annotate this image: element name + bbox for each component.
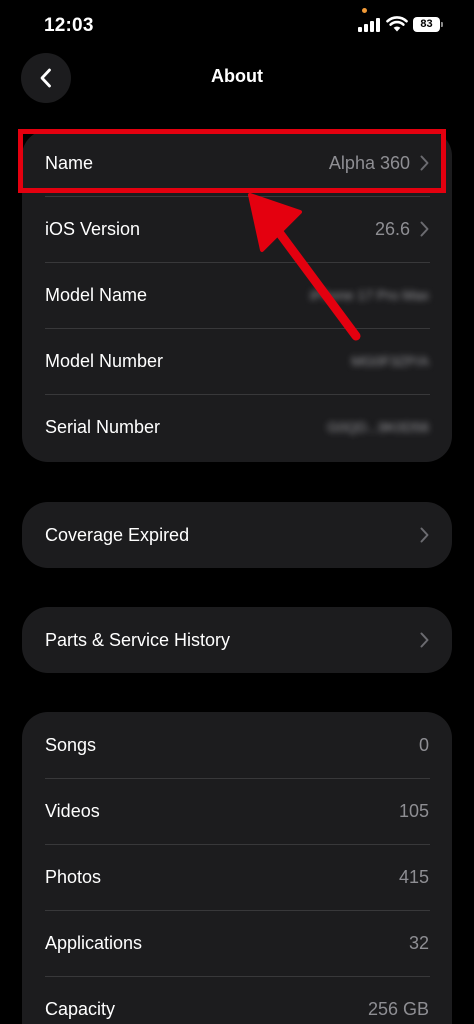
photos-count: 415: [398, 866, 429, 887]
chevron-right-icon: [420, 221, 429, 237]
row-label: Songs: [45, 734, 97, 755]
coverage-row[interactable]: Coverage Expired: [22, 502, 452, 568]
row-label: Serial Number: [45, 416, 161, 437]
battery-icon: 83: [413, 17, 440, 32]
capacity-row: Capacity 256 GB: [22, 976, 452, 1024]
chevron-right-icon: [420, 155, 429, 171]
model-name-row[interactable]: Model Name iPhone 17 Pro Max: [22, 262, 452, 328]
row-label: Coverage Expired: [45, 524, 190, 545]
songs-row: Songs 0: [22, 712, 452, 778]
page-title: About: [211, 66, 263, 86]
serial-number-value: G0QD...9K0D56: [327, 419, 429, 435]
row-label: Parts & Service History: [45, 629, 231, 650]
chevron-right-icon: [420, 632, 429, 648]
model-number-value: MG0F3ZP/A: [351, 353, 429, 369]
name-value: Alpha 360: [328, 152, 410, 173]
applications-row: Applications 32: [22, 910, 452, 976]
model-name-value: iPhone 17 Pro Max: [309, 287, 429, 303]
device-info-group: Name Alpha 360 iOS Version 26.6 Model Na…: [22, 130, 452, 462]
capacity-value: 256 GB: [367, 998, 429, 1019]
chevron-right-icon: [420, 527, 429, 543]
photos-row: Photos 415: [22, 844, 452, 910]
about-screen: 12:03 83 About Name Alpha 360 iOS Versio…: [0, 0, 474, 1024]
ios-version-value: 26.6: [374, 218, 410, 239]
cellular-signal-icon: [358, 18, 382, 32]
row-label: Model Name: [45, 284, 148, 305]
row-label: Videos: [45, 800, 100, 821]
ios-version-row[interactable]: iOS Version 26.6: [22, 196, 452, 262]
privacy-indicator-icon: [362, 8, 367, 13]
service-history-row[interactable]: Parts & Service History: [22, 607, 452, 673]
row-label: Capacity: [45, 998, 116, 1019]
row-label: Applications: [45, 932, 143, 953]
videos-row: Videos 105: [22, 778, 452, 844]
media-stats-group: Songs 0 Videos 105 Photos 415 Applicatio…: [22, 712, 452, 1024]
status-bar: 12:03 83: [0, 0, 474, 52]
videos-count: 105: [398, 800, 429, 821]
status-time: 12:03: [44, 15, 94, 36]
applications-count: 32: [408, 932, 429, 953]
coverage-group: Coverage Expired: [22, 502, 452, 568]
name-row[interactable]: Name Alpha 360: [22, 130, 452, 196]
serial-number-row[interactable]: Serial Number G0QD...9K0D56: [22, 394, 452, 460]
row-label: Model Number: [45, 350, 164, 371]
row-label: Name: [45, 152, 94, 173]
wifi-icon: [386, 16, 408, 32]
row-label: iOS Version: [45, 218, 141, 239]
model-number-row[interactable]: Model Number MG0F3ZP/A: [22, 328, 452, 394]
row-label: Photos: [45, 866, 102, 887]
songs-count: 0: [418, 734, 429, 755]
battery-tip: [441, 22, 443, 27]
service-history-group: Parts & Service History: [22, 607, 452, 673]
